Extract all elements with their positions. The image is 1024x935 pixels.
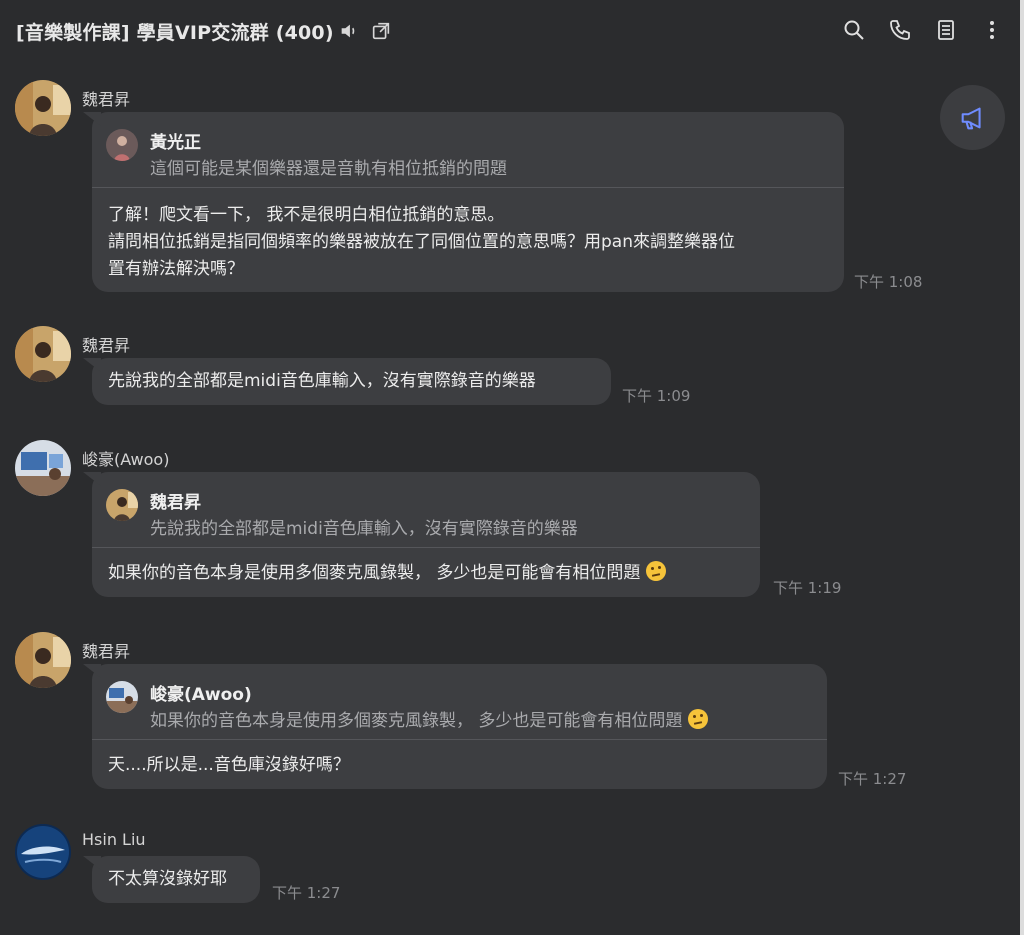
reply-text: 這個可能是某個樂器還是音軌有相位抵銷的問題 bbox=[150, 159, 507, 179]
sender-name: 峻豪(Awoo) bbox=[82, 450, 170, 469]
thinking-face-emoji-icon bbox=[646, 561, 667, 581]
sender-name: Hsin Liu bbox=[82, 830, 146, 849]
message-bubble[interactable]: 魏君昇 先說我的全部都是midi音色庫輸入，沒有實際錄音的樂器 如果你的音色本身… bbox=[92, 472, 760, 597]
message-text: 不太算沒錄好耶 bbox=[108, 869, 227, 889]
message-bubble[interactable]: 黃光正 這個可能是某個樂器還是音軌有相位抵銷的問題 了解！爬文看一下， 我不是很… bbox=[92, 112, 844, 292]
avatar[interactable] bbox=[15, 440, 71, 496]
message-bubble[interactable]: 不太算沒錄好耶 bbox=[92, 856, 260, 903]
notes-icon[interactable] bbox=[934, 18, 958, 42]
reply-sender: 魏君昇 bbox=[150, 493, 201, 513]
reply-avatar bbox=[106, 681, 138, 713]
phone-icon[interactable] bbox=[888, 18, 912, 42]
reply-sender: 峻豪(Awoo) bbox=[150, 685, 252, 705]
chat-window: [音樂製作課] 學員VIP交流群 (400) 魏君昇 黃光正 這個可能是某個樂器… bbox=[0, 0, 1024, 935]
avatar[interactable] bbox=[15, 80, 71, 136]
message-text: 先說我的全部都是midi音色庫輸入，沒有實際錄音的樂器 bbox=[108, 371, 536, 391]
announcement-button[interactable] bbox=[940, 85, 1005, 150]
reply-text: 如果你的音色本身是使用多個麥克風錄製， 多少也是可能會有相位問題 bbox=[150, 711, 683, 731]
message-text: 如果你的音色本身是使用多個麥克風錄製， 多少也是可能會有相位問題 bbox=[108, 563, 641, 583]
message-text: 了解！爬文看一下， 我不是很明白相位抵銷的意思。 請問相位抵銷是指同個頻率的樂器… bbox=[108, 205, 735, 279]
chat-title: [音樂製作課] 學員VIP交流群 (400) bbox=[16, 22, 334, 44]
sender-name: 魏君昇 bbox=[82, 642, 131, 661]
timestamp: 下午 1:19 bbox=[773, 579, 842, 597]
speaker-icon[interactable] bbox=[338, 20, 360, 42]
timestamp: 下午 1:27 bbox=[272, 884, 341, 902]
reply-avatar bbox=[106, 489, 138, 521]
timestamp: 下午 1:08 bbox=[854, 273, 923, 291]
chat-header: [音樂製作課] 學員VIP交流群 (400) bbox=[0, 0, 1020, 62]
thinking-face-emoji-icon bbox=[688, 709, 709, 729]
megaphone-icon bbox=[961, 107, 981, 129]
sender-name: 魏君昇 bbox=[82, 90, 131, 109]
timestamp: 下午 1:09 bbox=[622, 387, 691, 405]
reply-text-row: 如果你的音色本身是使用多個麥克風錄製， 多少也是可能會有相位問題 bbox=[150, 706, 709, 731]
timestamp: 下午 1:27 bbox=[838, 770, 907, 788]
reply-avatar bbox=[106, 129, 138, 161]
message-text: 天....所以是...音色庫沒錄好嗎？ bbox=[108, 755, 350, 775]
avatar[interactable] bbox=[15, 632, 71, 688]
reply-sender: 黃光正 bbox=[150, 133, 201, 153]
reply-quote[interactable]: 峻豪(Awoo) 如果你的音色本身是使用多個麥克風錄製， 多少也是可能會有相位問… bbox=[92, 664, 827, 740]
message-bubble[interactable]: 峻豪(Awoo) 如果你的音色本身是使用多個麥克風錄製， 多少也是可能會有相位問… bbox=[92, 664, 827, 789]
avatar[interactable] bbox=[15, 824, 71, 880]
external-link-icon[interactable] bbox=[370, 20, 392, 42]
search-icon[interactable] bbox=[842, 18, 866, 42]
sender-name: 魏君昇 bbox=[82, 336, 131, 355]
reply-quote[interactable]: 黃光正 這個可能是某個樂器還是音軌有相位抵銷的問題 bbox=[92, 112, 844, 188]
window-edge bbox=[1020, 0, 1024, 935]
message-bubble[interactable]: 先說我的全部都是midi音色庫輸入，沒有實際錄音的樂器 bbox=[92, 358, 611, 405]
more-vert-icon[interactable] bbox=[980, 18, 1004, 42]
reply-text: 先說我的全部都是midi音色庫輸入，沒有實際錄音的樂器 bbox=[150, 519, 578, 539]
avatar[interactable] bbox=[15, 326, 71, 382]
reply-quote[interactable]: 魏君昇 先說我的全部都是midi音色庫輸入，沒有實際錄音的樂器 bbox=[92, 472, 760, 548]
